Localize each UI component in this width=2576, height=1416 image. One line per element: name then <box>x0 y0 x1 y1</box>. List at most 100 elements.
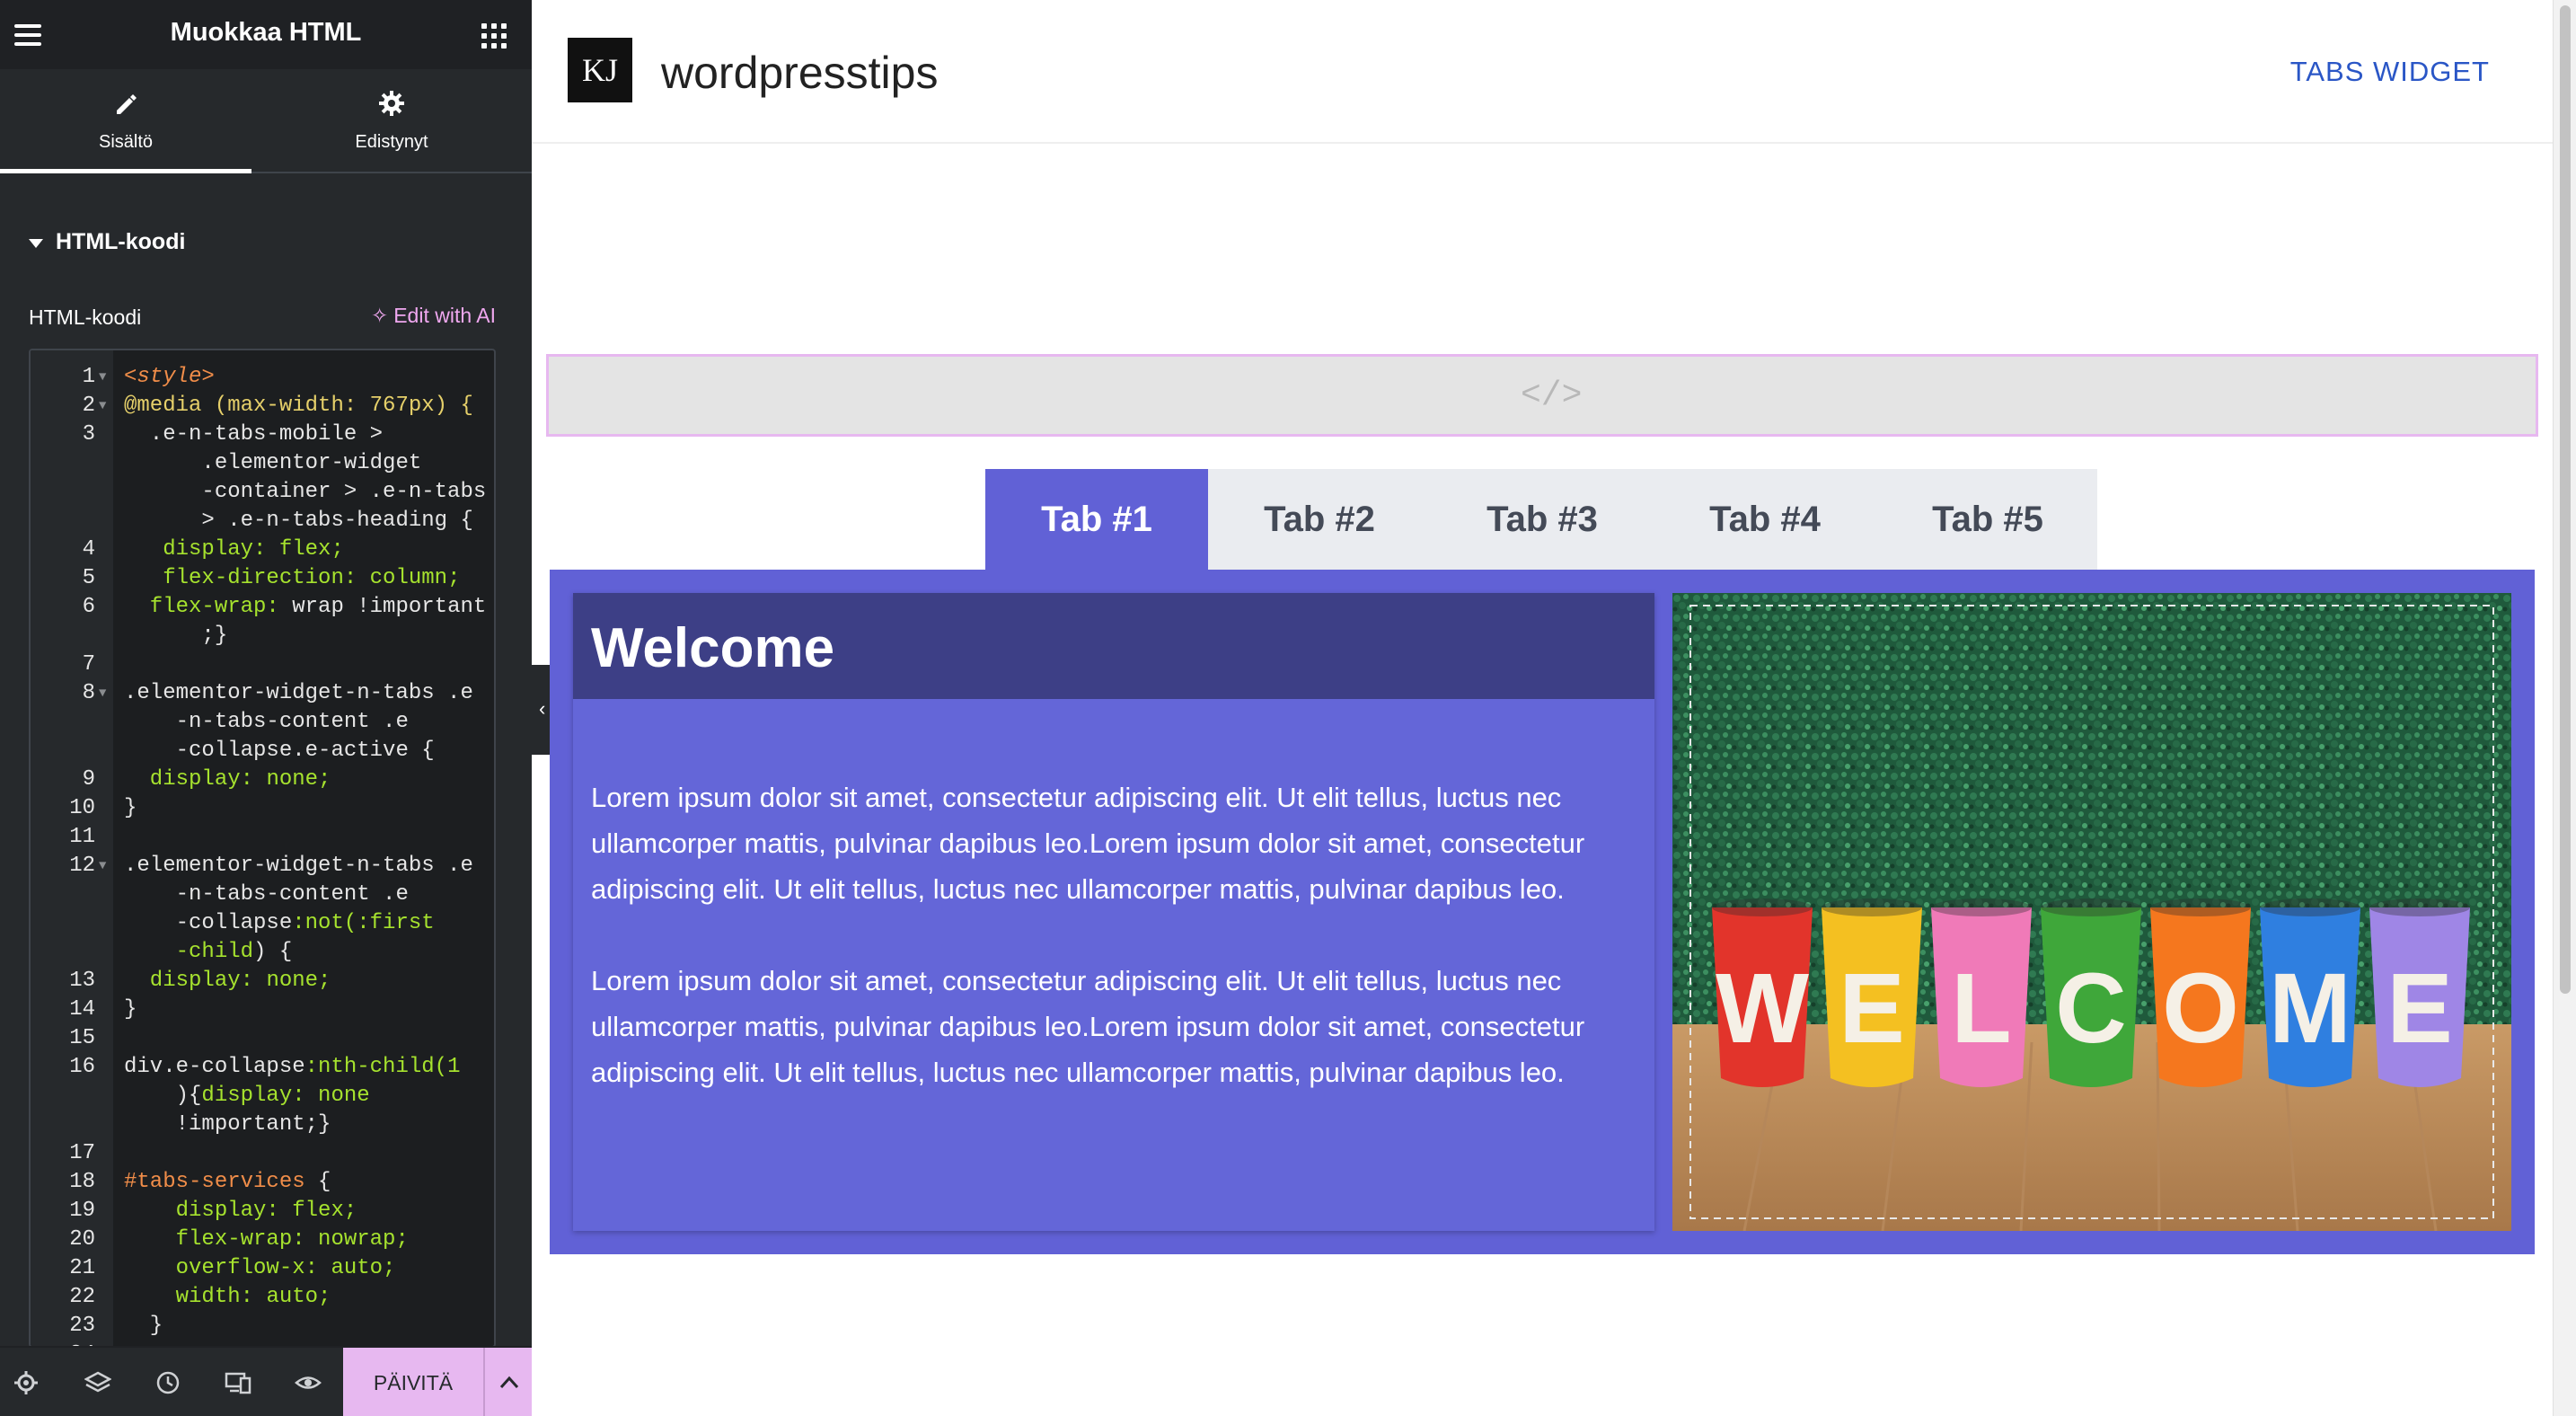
code-line: -child) { <box>31 938 494 967</box>
code-token: > .e-n-tabs-heading { <box>124 509 473 533</box>
tab-2[interactable]: Tab #2 <box>1208 469 1431 570</box>
welcome-pots-image: WELCOME <box>1672 593 2511 1231</box>
code-line: ){display: none <box>31 1082 494 1111</box>
code-token: } <box>124 997 137 1022</box>
tab-advanced[interactable]: Edistynyt <box>266 69 517 172</box>
code-token: column; <box>369 566 461 590</box>
code-token: -n-tabs-content .e <box>124 710 409 734</box>
code-token: .elementor-widget <box>124 451 422 475</box>
fold-arrow-icon[interactable]: ▼ <box>99 363 106 392</box>
tab-1[interactable]: Tab #1 <box>985 469 1208 570</box>
code-line: 2 ▼ @media (max-width: 767px) { <box>31 392 494 420</box>
code-text: } <box>124 1312 163 1341</box>
update-button[interactable]: PÄIVITÄ <box>343 1348 483 1416</box>
code-token: .elementor-widget-n-tabs .e <box>124 854 473 878</box>
tab-4[interactable]: Tab #4 <box>1654 469 1876 570</box>
tab-content[interactable]: Sisältö <box>0 69 251 173</box>
pot-letter: M <box>2269 953 2351 1064</box>
code-token: .elementor-widget-n-tabs .e <box>124 681 473 705</box>
line-number: 9 <box>82 767 95 792</box>
pot-rim <box>2150 898 2251 916</box>
code-text: } <box>124 996 137 1024</box>
code-editor[interactable]: 1 ▼ <style> 2 ▼ @media (max-width: 767px) {3 … <box>29 349 496 1348</box>
code-text: -collapse.e-active { <box>124 737 435 766</box>
code-text: !important;} <box>124 1111 331 1139</box>
code-line: -n-tabs-content .e <box>31 708 494 737</box>
code-line: 11 <box>31 823 494 852</box>
code-text: display: none; <box>124 766 331 794</box>
line-number: 23 <box>69 1314 95 1338</box>
code-text: > .e-n-tabs-heading { <box>124 507 473 535</box>
code-token: none; <box>266 969 331 993</box>
code-token: .e-n-tabs-mobile > <box>124 422 384 447</box>
code-token: flex-direction: <box>124 566 370 590</box>
welcome-image[interactable]: WELCOME <box>1672 593 2511 1231</box>
welcome-heading: Welcome <box>591 617 835 679</box>
line-number: 10 <box>69 796 95 820</box>
line-number: 3 <box>82 422 95 447</box>
widgets-grid-icon[interactable] <box>481 23 507 49</box>
code-text: -n-tabs-content .e <box>124 708 409 737</box>
code-token: flex; <box>278 537 344 562</box>
settings-icon[interactable] <box>13 1369 40 1396</box>
html-widget-placeholder[interactable]: </> <box>546 354 2538 437</box>
code-token: #tabs-services <box>124 1170 305 1194</box>
pot-rim <box>2041 898 2141 916</box>
pot-rim <box>1822 898 1922 916</box>
code-icon: </> <box>1521 376 1583 415</box>
preview-eye-icon[interactable] <box>295 1369 322 1396</box>
edit-with-ai-button[interactable]: ✧ Edit with AI <box>371 304 496 328</box>
layers-icon[interactable] <box>84 1369 111 1396</box>
line-number: 12 <box>69 854 95 878</box>
code-text: .elementor-widget-n-tabs .e <box>124 679 473 708</box>
section-toggle[interactable]: HTML-koodi <box>29 229 185 255</box>
tab-5[interactable]: Tab #5 <box>1876 469 2099 570</box>
code-token: -child <box>124 940 254 964</box>
code-token: auto; <box>266 1285 331 1309</box>
code-token: :nth-child(1 <box>304 1055 461 1079</box>
line-number: 20 <box>69 1227 95 1252</box>
tab-content-label: Sisältö <box>98 132 154 152</box>
code-text: -child) { <box>124 938 293 967</box>
gear-icon <box>379 91 404 116</box>
code-line: -container > .e-n-tabs <box>31 478 494 507</box>
menu-icon[interactable] <box>13 24 45 46</box>
sparkle-icon: ✧ <box>370 304 389 327</box>
pot-rim <box>2260 898 2360 916</box>
site-title[interactable]: wordpresstips <box>661 47 938 99</box>
tab-3[interactable]: Tab #3 <box>1431 469 1654 570</box>
code-token: ;} <box>124 624 228 648</box>
code-text: flex-wrap: nowrap; <box>124 1226 409 1254</box>
code-line: 15 <box>31 1024 494 1053</box>
text-container: Welcome Lorem ipsum dolor sit amet, cons… <box>573 593 1654 1231</box>
code-line: 17 <box>31 1139 494 1168</box>
nav-link-tabs-widget[interactable]: TABS WIDGET <box>2290 56 2490 88</box>
code-line: 10} <box>31 794 494 823</box>
line-number: 22 <box>69 1285 95 1309</box>
scrollbar[interactable] <box>2553 0 2576 1416</box>
update-options-button[interactable] <box>483 1348 532 1416</box>
pot-rim <box>2369 898 2470 916</box>
code-text: .elementor-widget-n-tabs .e <box>124 852 473 881</box>
fold-arrow-icon[interactable]: ▼ <box>99 392 106 420</box>
code-token: flex-wrap: <box>124 595 293 619</box>
site-logo[interactable]: KJ <box>568 38 632 102</box>
code-text: -collapse:not(:first <box>124 909 435 938</box>
tab-advanced-label: Edistynyt <box>355 132 428 152</box>
line-number: 21 <box>69 1256 95 1280</box>
fold-arrow-icon[interactable]: ▼ <box>99 852 106 881</box>
code-token: overflow-x: <box>124 1256 331 1280</box>
fold-arrow-icon[interactable]: ▼ <box>99 679 106 708</box>
responsive-icon[interactable] <box>225 1369 251 1396</box>
pot-rim <box>1931 898 2032 916</box>
history-icon[interactable] <box>154 1369 181 1396</box>
code-token: width: <box>124 1285 267 1309</box>
scrollbar-thumb[interactable] <box>2560 5 2571 994</box>
chevron-left-icon: ‹ <box>539 697 546 720</box>
code-text: width: auto; <box>124 1283 331 1312</box>
line-number: 17 <box>69 1141 95 1165</box>
code-token: auto; <box>331 1256 396 1280</box>
code-line: 16 div.e-collapse:nth-child(1 <box>31 1053 494 1082</box>
line-number: 1 <box>82 365 95 389</box>
code-line: .elementor-widget <box>31 449 494 478</box>
